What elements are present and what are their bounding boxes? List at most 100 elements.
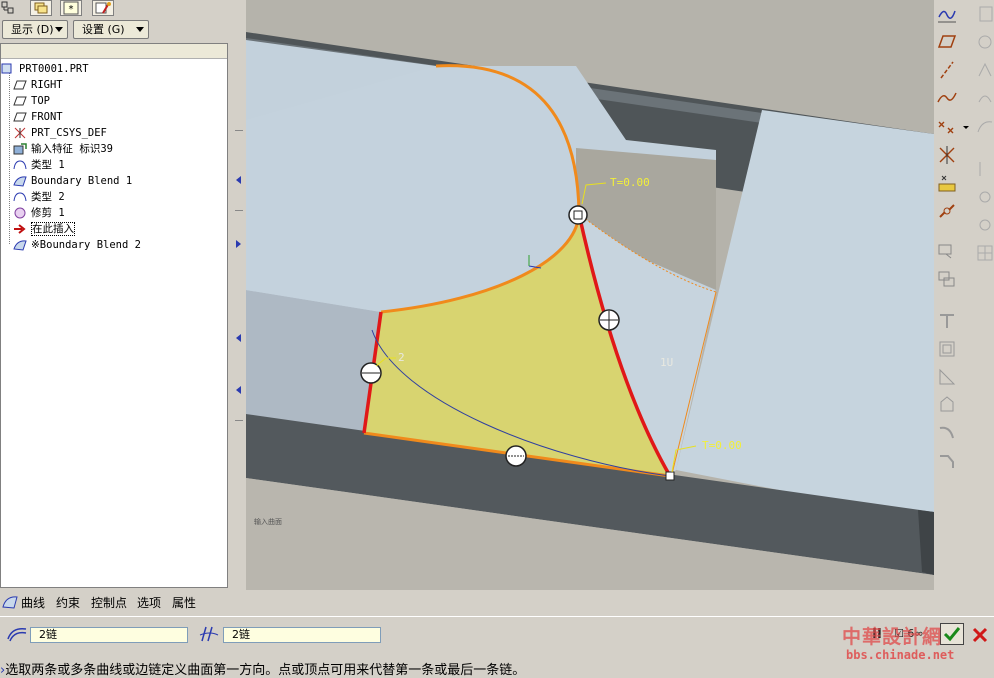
tree-root[interactable]: PRT0001.PRT bbox=[1, 61, 89, 77]
first-direction-icon bbox=[6, 625, 28, 646]
chain-number-label: 2 bbox=[398, 351, 405, 364]
trim-icon bbox=[13, 207, 27, 219]
insert-here-arrow-icon bbox=[13, 223, 27, 235]
move-tool-icon[interactable] bbox=[974, 31, 994, 53]
style-tool-icon[interactable] bbox=[974, 158, 994, 180]
handle-corner[interactable] bbox=[665, 471, 675, 481]
datum-point-icon[interactable] bbox=[936, 116, 958, 138]
chamfer-icon[interactable] bbox=[936, 450, 958, 472]
splitter-grip bbox=[235, 420, 243, 421]
t-label-bottom: T=0.00 bbox=[702, 439, 742, 452]
copy-icon[interactable] bbox=[936, 240, 958, 262]
collapse-left-arrow-icon[interactable] bbox=[236, 176, 241, 184]
layers-icon[interactable] bbox=[30, 0, 52, 16]
tree-item-csys[interactable]: PRT_CSYS_DEF bbox=[13, 125, 107, 141]
analysis-icon[interactable] bbox=[936, 172, 958, 194]
collapse-left-arrow-icon[interactable] bbox=[236, 334, 241, 342]
tree-view-icon[interactable] bbox=[0, 0, 18, 16]
rib-icon[interactable] bbox=[936, 366, 958, 388]
second-direction-chain-field[interactable]: 2链 bbox=[223, 627, 381, 643]
right-feature-toolbar bbox=[934, 0, 994, 590]
pattern-tool-icon[interactable] bbox=[974, 242, 994, 264]
boundary-blend-tool-icon[interactable] bbox=[974, 116, 994, 138]
datum-axis-icon[interactable] bbox=[936, 59, 958, 81]
tree-item-front[interactable]: FRONT bbox=[13, 109, 63, 125]
datum-csys-icon[interactable] bbox=[936, 144, 958, 166]
handle-mid-right[interactable] bbox=[598, 309, 620, 331]
first-direction-chain-field[interactable]: 2链 bbox=[30, 627, 188, 643]
settings-dropdown[interactable]: 设置 (G) bbox=[73, 20, 149, 39]
expand-right-arrow-icon[interactable] bbox=[236, 240, 241, 248]
checkmark-icon bbox=[943, 627, 961, 642]
apply-checkmark-button[interactable] bbox=[940, 623, 964, 645]
tree-item-label: RIGHT bbox=[31, 79, 63, 91]
tab-properties[interactable]: 属性 bbox=[172, 595, 196, 611]
tree-item-trim-1[interactable]: 修剪 1 bbox=[13, 205, 65, 221]
boundary-blend-icon bbox=[13, 175, 27, 187]
tree-item-boundary-blend-2[interactable]: ※Boundary Blend 2 bbox=[13, 237, 141, 253]
tree-item-label: 类型 2 bbox=[31, 191, 65, 203]
mirror-tool-icon[interactable] bbox=[974, 186, 994, 208]
tab-curves[interactable]: 曲线 bbox=[21, 595, 45, 611]
tools-icon[interactable] bbox=[92, 0, 114, 16]
tree-item-top[interactable]: TOP bbox=[13, 93, 50, 109]
blend-tool-icon[interactable] bbox=[974, 87, 994, 109]
cancel-button[interactable] bbox=[970, 625, 990, 648]
watermark-url: bbs.chinade.net bbox=[846, 648, 955, 662]
tree-item-import-feature[interactable]: 输入特征 标识39 bbox=[13, 141, 113, 157]
model-canvas[interactable] bbox=[246, 0, 934, 590]
model-tree: PRT0001.PRT RIGHT TOP FRONT PRT_CSYS_DEF… bbox=[0, 43, 228, 588]
tree-item-insert-here[interactable]: 在此插入 bbox=[13, 221, 75, 237]
display-dropdown[interactable]: 显示 (D) bbox=[2, 20, 68, 39]
datum-plane-icon bbox=[13, 111, 27, 123]
splitter-grip bbox=[235, 210, 243, 211]
datum-curve-icon[interactable] bbox=[936, 87, 958, 109]
surface-icon bbox=[13, 191, 27, 203]
sketch-tool-icon[interactable] bbox=[974, 3, 994, 25]
panel-splitter[interactable] bbox=[232, 0, 246, 590]
status-message-text: 选取两条或多条曲线或边链定义曲面第一方向。点或顶点可用来代替第一条或最后一条链。 bbox=[5, 663, 526, 678]
graphics-viewport[interactable]: T=0.00 T=0.00 1U 2 输入曲面 bbox=[246, 0, 934, 590]
dashboard-tabs: 曲线 约束 控制点 选项 属性 bbox=[0, 592, 994, 614]
handle-left[interactable] bbox=[360, 362, 382, 384]
svg-text:*: * bbox=[69, 4, 74, 15]
collapse-left-arrow-icon[interactable] bbox=[236, 386, 241, 394]
paste-icon[interactable] bbox=[936, 268, 958, 290]
chevron-down-icon[interactable] bbox=[960, 116, 972, 138]
tree-item-label: PRT_CSYS_DEF bbox=[31, 127, 107, 139]
tree-item-type-2[interactable]: 类型 2 bbox=[13, 189, 65, 205]
tree-item-label: Boundary Blend 1 bbox=[31, 175, 133, 187]
tree-item-boundary-blend-1[interactable]: Boundary Blend 1 bbox=[13, 173, 132, 189]
chain-link-icon[interactable] bbox=[936, 200, 958, 222]
datum-display-icon[interactable] bbox=[936, 3, 958, 25]
csys-icon bbox=[13, 127, 27, 139]
star-feature-icon[interactable]: * bbox=[60, 0, 82, 16]
settings-dropdown-label: 设置 (G) bbox=[82, 23, 125, 36]
tab-constraints[interactable]: 约束 bbox=[56, 595, 80, 611]
u-direction-label: 1U bbox=[660, 356, 674, 369]
datum-plane-tool-icon[interactable] bbox=[936, 31, 958, 53]
tree-toolbar: * bbox=[0, 0, 232, 18]
sweep-tool-icon[interactable] bbox=[974, 59, 994, 81]
tree-column-header bbox=[1, 44, 227, 59]
t-label-top: T=0.00 bbox=[610, 176, 650, 189]
tab-options[interactable]: 选项 bbox=[137, 595, 161, 611]
tree-item-label: TOP bbox=[31, 95, 50, 107]
import-feature-icon bbox=[13, 143, 27, 155]
shell-icon[interactable] bbox=[936, 394, 958, 416]
round-icon[interactable] bbox=[936, 422, 958, 444]
hole-icon[interactable] bbox=[936, 338, 958, 360]
extrude-icon[interactable] bbox=[936, 310, 958, 332]
tree-item-type-1[interactable]: 类型 1 bbox=[13, 157, 65, 173]
chevron-down-icon bbox=[55, 27, 63, 32]
model-tree-panel: * 显示 (D) 设置 (G) PRT0001.PRT RIGHT TOP FR… bbox=[0, 0, 232, 590]
merge-tool-icon[interactable] bbox=[974, 214, 994, 236]
datum-plane-icon bbox=[13, 95, 27, 107]
boundary-blend-icon bbox=[13, 239, 27, 251]
display-dropdown-label: 显示 (D) bbox=[11, 23, 54, 36]
handle-top[interactable] bbox=[568, 205, 588, 225]
handle-bottom[interactable] bbox=[505, 445, 527, 467]
tree-item-label: FRONT bbox=[31, 111, 63, 123]
tree-item-right[interactable]: RIGHT bbox=[13, 77, 63, 93]
tab-control-points[interactable]: 控制点 bbox=[91, 595, 127, 611]
